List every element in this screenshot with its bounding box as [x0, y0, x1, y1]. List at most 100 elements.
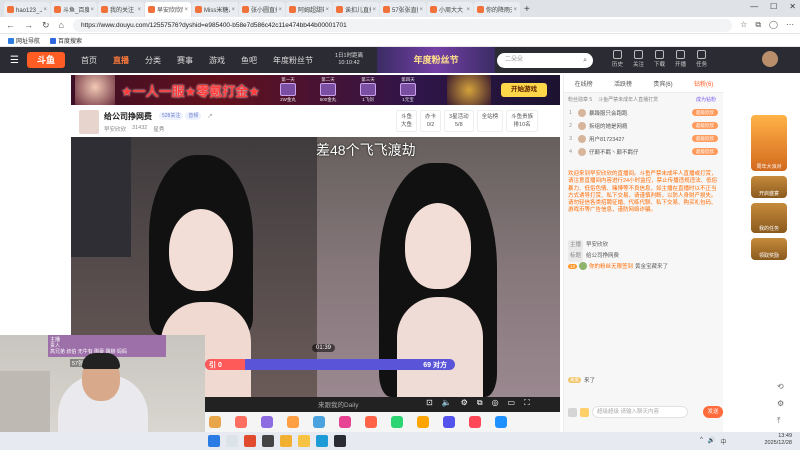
browser-tab[interactable]: 张小圆直播间× [239, 2, 285, 17]
gift-icon[interactable] [495, 416, 507, 428]
close-window-button[interactable]: ✕ [789, 2, 796, 11]
room-stat-box[interactable]: 斗鱼 大鱼 [396, 110, 418, 132]
browser-tab[interactable]: 斗鱼_百度搜索× [51, 2, 97, 17]
browser-tab[interactable]: 我的关注 - 斗鱼× [98, 2, 144, 17]
header-icon-button[interactable]: 关注 [633, 50, 644, 68]
history-icon[interactable]: ⟲ [777, 382, 784, 391]
rank-row[interactable]: 4 仔颠不羁丶颠不羁仔 超级欣欣 [564, 145, 724, 158]
nav-item[interactable]: 赛事 [177, 55, 193, 66]
tab-close-icon[interactable]: × [419, 7, 423, 13]
profile-icon[interactable]: ◯ [769, 20, 778, 30]
browser-tab[interactable]: 57张张直播间× [380, 2, 426, 17]
fan-festival-banner[interactable]: 年度粉丝节 [377, 47, 496, 73]
app-icon[interactable] [280, 435, 292, 447]
app-icon[interactable] [244, 435, 256, 447]
nav-item[interactable]: 游戏 [209, 55, 225, 66]
gift-icon[interactable] [287, 416, 299, 428]
rail-activity-card[interactable]: 我的任务 [751, 203, 787, 233]
screenshot-icon[interactable]: ◎ [492, 398, 499, 408]
rail-activity-card[interactable]: 领取奖励 [751, 238, 787, 260]
header-icon-button[interactable]: 历史 [612, 50, 623, 68]
room-stat-box[interactable]: 办卡 0/2 [420, 110, 442, 132]
room-owner[interactable]: 早安欣欣 [104, 125, 126, 133]
fan-medal-label[interactable]: 粉丝勋章 5 [568, 96, 592, 103]
tab-close-icon[interactable]: × [90, 7, 94, 13]
browser-tab[interactable]: hao123_上网从这里开始× [4, 2, 50, 17]
browser-tab[interactable]: Miss米糖儿的直播间× [192, 2, 238, 17]
nav-item[interactable]: 年度粉丝节 [273, 55, 313, 66]
send-button[interactable]: 发送 [703, 406, 723, 418]
follow-count-badge[interactable]: 528关注 [159, 112, 184, 120]
tab-close-icon[interactable]: × [231, 7, 235, 13]
top-icon[interactable]: ⤒ [777, 416, 784, 426]
bookmark-baidu[interactable]: 百度搜索 [50, 36, 82, 45]
browser-tab[interactable]: 小周大大 - 斗鱼× [427, 2, 473, 17]
browser-tab[interactable]: 阿姆超甜辣的直播间× [286, 2, 332, 17]
room-stat-box[interactable]: 斗鱼贵族 排10名 [506, 110, 539, 132]
minimize-button[interactable]: — [750, 2, 758, 11]
tab-close-icon[interactable]: × [466, 7, 470, 13]
star-icon[interactable]: ☆ [740, 20, 747, 30]
theater-icon[interactable]: ▭ [508, 398, 516, 408]
tab-close-icon[interactable]: × [278, 7, 282, 13]
header-icon-button[interactable]: 下载 [654, 50, 665, 68]
emoji-icon[interactable] [568, 407, 577, 417]
reload-icon[interactable]: ↻ [42, 20, 50, 31]
fan-card-icon[interactable] [580, 407, 589, 417]
share-icon[interactable]: ↗ [207, 112, 213, 120]
tab-close-icon[interactable]: × [372, 7, 376, 13]
file-explorer-icon[interactable] [298, 435, 310, 447]
search-input[interactable]: 二朵朵 ⌕ [497, 53, 593, 68]
browser-tab[interactable]: 早安欣欣欣的直播间× [145, 2, 191, 17]
rank-row[interactable]: 3 用户81723427 超级欣欣 [564, 132, 724, 145]
menu-icon[interactable]: ☰ [10, 55, 19, 66]
rank-row[interactable]: 2 拆组的她是网瘾 超级欣欣 [564, 119, 724, 132]
gift-icon[interactable] [365, 416, 377, 428]
chat-tab[interactable]: 活跃榜 [614, 79, 632, 88]
extensions-icon[interactable]: ⧉ [755, 20, 761, 30]
edge-icon[interactable] [316, 435, 328, 447]
nav-item[interactable]: 首页 [81, 55, 97, 66]
search-icon[interactable]: ⌕ [583, 53, 587, 68]
header-icon-button[interactable]: 任务 [696, 50, 707, 68]
chat-tab[interactable]: 贵宾(6) [653, 79, 672, 88]
browser-tab[interactable]: 诶扣儿直播间× [333, 2, 379, 17]
tab-close-icon[interactable]: × [513, 7, 517, 13]
volume-icon[interactable]: 🔈 [442, 398, 452, 408]
gift-icon[interactable] [339, 416, 351, 428]
search-taskbar-icon[interactable] [226, 435, 238, 447]
app-icon[interactable] [262, 435, 274, 447]
become-diamond-fan-link[interactable]: 成为钻粉 [696, 96, 716, 103]
nav-item[interactable]: 分类 [145, 55, 161, 66]
tab-close-icon[interactable]: × [43, 7, 47, 13]
ad-start-game-button[interactable]: 开始游戏 [501, 83, 547, 97]
nav-item[interactable]: 鱼吧 [241, 55, 257, 66]
gift-icon[interactable] [313, 416, 325, 428]
home-icon[interactable]: ⌂ [59, 20, 64, 30]
nav-item[interactable]: 直播 [113, 55, 129, 66]
header-icon-button[interactable]: 开播 [675, 50, 686, 68]
gift-icon[interactable] [261, 416, 273, 428]
rank-row[interactable]: 1 暴躁服只会跑跑 超级欣欣 [564, 106, 724, 119]
pip-icon[interactable]: ⧉ [477, 398, 483, 408]
user-avatar[interactable] [762, 51, 778, 67]
bookmark-nav[interactable]: 网址导航 [8, 36, 40, 45]
gift-icon[interactable] [391, 416, 403, 428]
room-category[interactable]: 星秀 [153, 125, 164, 133]
tab-close-icon[interactable]: × [137, 7, 141, 13]
room-stat-box[interactable]: 全站榜 [476, 110, 504, 132]
tab-close-icon[interactable]: × [184, 7, 188, 13]
maximize-button[interactable]: ☐ [770, 2, 777, 11]
rail-activity-card[interactable]: 开启盛宴 [751, 176, 787, 198]
more-icon[interactable]: ⋯ [786, 20, 794, 30]
chat-input[interactable]: 超级超级 请输入聊天内容 [592, 406, 688, 418]
new-tab-button[interactable]: + [524, 2, 530, 17]
douyu-logo[interactable]: 斗鱼 [26, 52, 65, 68]
app-icon[interactable] [334, 435, 346, 447]
fullscreen-icon[interactable]: ⛶ [524, 398, 530, 408]
gift-icon[interactable] [469, 416, 481, 428]
rail-activity-card[interactable]: 周年大派对 [751, 115, 787, 171]
quality-icon[interactable]: ⚙ [461, 398, 468, 408]
game-ad-banner[interactable]: ★一人一服★零氪打金★ 第一天 2W金丸 第二天 500金丸 第三天 1飞剑 第四天 1元宝 … [71, 75, 560, 105]
start-icon[interactable] [208, 435, 220, 447]
